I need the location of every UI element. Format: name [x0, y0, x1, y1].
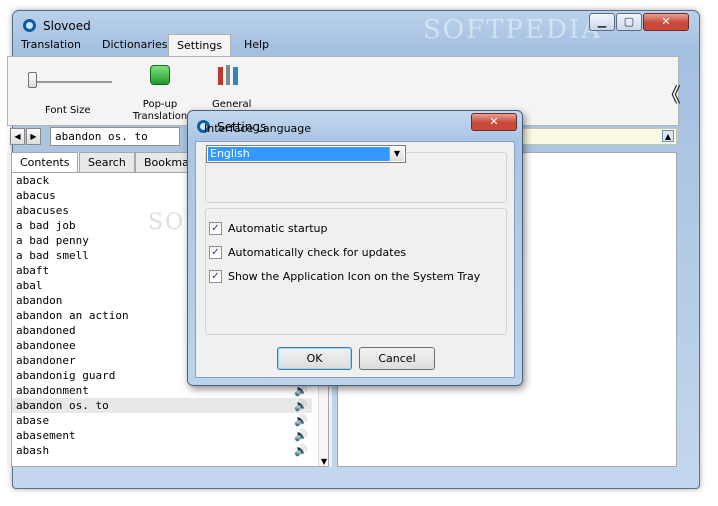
collapse-up-icon[interactable]: ▲: [662, 130, 674, 142]
tab-settings[interactable]: Settings: [168, 34, 232, 57]
system-tray-checkbox[interactable]: ✓: [209, 270, 222, 283]
system-tray-label: Show the Application Icon on the System …: [228, 270, 481, 283]
close-icon: ✕: [489, 115, 499, 128]
ok-button[interactable]: OK: [277, 347, 352, 370]
speaker-icon[interactable]: 🔊: [294, 413, 308, 428]
word-text: aback: [16, 174, 50, 187]
settings-dialog: Settings ✕ Interface Language English ▼ …: [187, 110, 523, 386]
word-text: abacuses: [16, 204, 69, 217]
word-text: abandonig guard: [16, 369, 116, 382]
word-text: abandon an action: [16, 309, 129, 322]
language-selected-value: English: [208, 147, 389, 161]
speaker-icon[interactable]: 🔊: [294, 398, 308, 413]
word-text: a bad penny: [16, 234, 89, 247]
word-text: abandoned: [16, 324, 76, 337]
back-button[interactable]: ◀: [10, 128, 25, 145]
list-item[interactable]: abandon os. to 🔊: [12, 398, 312, 413]
dropdown-arrow-icon[interactable]: ▼: [389, 147, 404, 161]
word-text: abasement: [16, 429, 76, 442]
scroll-down-icon[interactable]: ▼: [321, 457, 327, 466]
font-size-slider-thumb[interactable]: [28, 72, 37, 88]
minimize-icon: ▁: [597, 15, 607, 28]
automatic-startup-checkbox[interactable]: ✓: [209, 222, 222, 235]
general-label[interactable]: General: [212, 99, 251, 110]
popup-translation-icon[interactable]: [150, 65, 170, 85]
general-tools-icon[interactable]: [215, 63, 241, 89]
tab-translation[interactable]: Translation: [13, 34, 89, 55]
cancel-button[interactable]: Cancel: [359, 347, 435, 370]
close-button[interactable]: ✕: [643, 13, 689, 31]
language-select[interactable]: English ▼: [206, 145, 406, 163]
word-text: a bad smell: [16, 249, 89, 262]
check-updates-label: Automatically check for updates: [228, 246, 407, 259]
list-item[interactable]: abash 🔊: [12, 443, 312, 458]
maximize-button[interactable]: ▢: [616, 13, 642, 31]
tab-search[interactable]: Search: [79, 152, 135, 172]
word-text: abaft: [16, 264, 50, 277]
forward-button[interactable]: ▶: [26, 128, 41, 145]
automatic-startup-label: Automatic startup: [228, 222, 328, 235]
font-size-slider-track[interactable]: [30, 81, 112, 83]
maximize-icon: ▢: [623, 15, 635, 28]
check-updates-checkbox[interactable]: ✓: [209, 246, 222, 259]
tab-contents[interactable]: Contents: [11, 152, 79, 173]
word-text: abash: [16, 444, 50, 457]
tab-dictionaries[interactable]: Dictionaries: [94, 34, 175, 55]
word-text: abandoner: [16, 354, 76, 367]
word-text: abandonment: [16, 384, 89, 397]
window-title: Slovoed: [43, 19, 91, 33]
speaker-icon[interactable]: 🔊: [294, 428, 308, 443]
word-text: abacus: [16, 189, 56, 202]
list-item[interactable]: abasement 🔊: [12, 428, 312, 443]
collapse-panel-icon[interactable]: 《: [661, 79, 681, 108]
tab-help[interactable]: Help: [236, 34, 277, 55]
word-text: a bad job: [16, 219, 76, 232]
menu-bar: Translation Dictionaries Settings Help: [7, 34, 679, 57]
word-text: abandonee: [16, 339, 76, 352]
word-text: abandon: [16, 294, 63, 307]
font-size-label: Font Size: [45, 105, 91, 116]
tab-bookmarks[interactable]: Bookmarks: [135, 152, 195, 172]
app-logo-icon: [23, 19, 36, 32]
speaker-icon[interactable]: 🔊: [294, 443, 308, 458]
dialog-close-button[interactable]: ✕: [471, 113, 517, 131]
forward-arrow-icon: ▶: [30, 132, 37, 141]
list-item[interactable]: abase 🔊: [12, 413, 312, 428]
close-icon: ✕: [661, 15, 671, 28]
back-arrow-icon: ◀: [14, 132, 21, 141]
word-text: abase: [16, 414, 50, 427]
minimize-button[interactable]: ▁: [589, 13, 615, 31]
word-text: abandon os. to: [16, 399, 109, 412]
search-input[interactable]: abandon os. to: [50, 127, 180, 146]
interface-language-label: Interface Language: [204, 122, 312, 135]
popup-translation-label[interactable]: Pop-up Translation: [130, 99, 190, 123]
word-text: abal: [16, 279, 43, 292]
